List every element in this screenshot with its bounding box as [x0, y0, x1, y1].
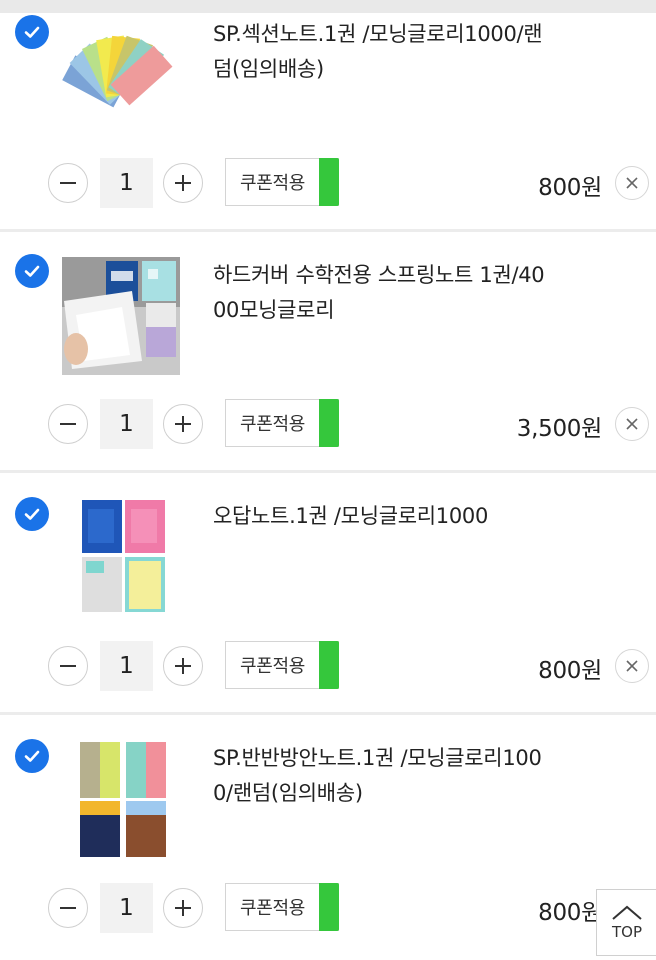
item-price: 800원 — [538, 658, 602, 684]
quantity-value[interactable]: 1 — [100, 641, 153, 691]
item-title[interactable]: SP.반반방안노트.1권 /모닝글로리100 0/랜덤(임의배송) — [213, 741, 613, 811]
item-select-checkbox[interactable] — [15, 497, 49, 531]
quantity-value[interactable]: 1 — [100, 399, 153, 449]
check-icon — [24, 750, 40, 762]
check-icon — [24, 265, 40, 277]
coupon-accent-bar — [319, 883, 339, 931]
remove-item-button[interactable] — [615, 407, 649, 441]
section-notes-fan-image — [62, 33, 180, 151]
quantity-decrease-button[interactable] — [48, 404, 88, 444]
item-title[interactable]: 오답노트.1권 /모닝글로리1000 — [213, 499, 613, 534]
cart-item: SP.섹션노트.1권 /모닝글로리1000/랜 덤(임의배송) 1 쿠폰적용 8… — [0, 13, 656, 229]
coupon-label: 쿠폰적용 — [239, 898, 306, 919]
coupon-apply-button[interactable]: 쿠폰적용 — [225, 641, 339, 689]
item-title-line: SP.섹션노트.1권 /모닝글로리1000/랜 — [213, 22, 543, 46]
quantity-value[interactable]: 1 — [100, 158, 153, 208]
item-title[interactable]: 하드커버 수학전용 스프링노트 1권/40 00모닝글로리 — [213, 258, 613, 328]
wrong-answer-notes-image — [62, 497, 180, 615]
minus-icon — [60, 665, 76, 667]
plus-icon — [175, 416, 191, 432]
coupon-apply-button[interactable]: 쿠폰적용 — [225, 399, 339, 447]
coupon-label: 쿠폰적용 — [239, 173, 306, 194]
coupon-accent-bar — [319, 399, 339, 447]
plus-icon — [175, 900, 191, 916]
item-select-checkbox[interactable] — [15, 254, 49, 288]
item-price: 800원 — [538, 900, 602, 926]
coupon-label: 쿠폰적용 — [239, 656, 306, 677]
minus-icon — [60, 907, 76, 909]
cart-item: 오답노트.1권 /모닝글로리1000 1 쿠폰적용 800원 — [0, 473, 656, 712]
coupon-apply-button[interactable]: 쿠폰적용 — [225, 883, 339, 931]
item-title-line: 00모닝글로리 — [213, 298, 335, 322]
item-select-checkbox[interactable] — [15, 739, 49, 773]
coupon-apply-button[interactable]: 쿠폰적용 — [225, 158, 339, 206]
quantity-increase-button[interactable] — [163, 646, 203, 686]
chevron-up-icon — [612, 905, 642, 920]
coupon-accent-bar — [319, 641, 339, 689]
coupon-accent-bar — [319, 158, 339, 206]
quantity-increase-button[interactable] — [163, 888, 203, 928]
minus-icon — [60, 182, 76, 184]
close-icon — [626, 660, 638, 672]
minus-icon — [60, 423, 76, 425]
scroll-top-button[interactable]: TOP — [596, 889, 656, 956]
item-price: 800원 — [538, 175, 602, 201]
item-title-line: 하드커버 수학전용 스프링노트 1권/40 — [213, 263, 545, 287]
quantity-value[interactable]: 1 — [100, 883, 153, 933]
hardcover-math-spring-notes-image — [62, 257, 180, 375]
item-title-line: 0/랜덤(임의배송) — [213, 781, 363, 805]
check-icon — [24, 26, 40, 38]
remove-item-button[interactable] — [615, 649, 649, 683]
item-title-line: 덤(임의배송) — [213, 57, 324, 81]
item-price: 3,500원 — [516, 416, 603, 442]
remove-item-button[interactable] — [615, 166, 649, 200]
plus-icon — [175, 175, 191, 191]
cart-page: SP.섹션노트.1권 /모닝글로리1000/랜 덤(임의배송) 1 쿠폰적용 8… — [0, 0, 656, 960]
quantity-decrease-button[interactable] — [48, 888, 88, 928]
coupon-label: 쿠폰적용 — [239, 414, 306, 435]
quantity-decrease-button[interactable] — [48, 646, 88, 686]
cart-item: 하드커버 수학전용 스프링노트 1권/40 00모닝글로리 1 쿠폰적용 3,5… — [0, 232, 656, 470]
close-icon — [626, 418, 638, 430]
top-divider — [0, 0, 656, 13]
item-select-checkbox[interactable] — [15, 15, 49, 49]
quantity-increase-button[interactable] — [163, 404, 203, 444]
check-icon — [24, 508, 40, 520]
cart-item: SP.반반방안노트.1권 /모닝글로리100 0/랜덤(임의배송) 1 쿠폰적용… — [0, 715, 656, 960]
quantity-increase-button[interactable] — [163, 163, 203, 203]
item-title-line: 오답노트.1권 /모닝글로리1000 — [213, 504, 489, 528]
quantity-decrease-button[interactable] — [48, 163, 88, 203]
item-title[interactable]: SP.섹션노트.1권 /모닝글로리1000/랜 덤(임의배송) — [213, 17, 613, 87]
scroll-top-label: TOP — [611, 922, 642, 941]
plus-icon — [175, 658, 191, 674]
half-grid-notes-image — [62, 739, 180, 857]
close-icon — [626, 177, 638, 189]
item-title-line: SP.반반방안노트.1권 /모닝글로리100 — [213, 746, 542, 770]
